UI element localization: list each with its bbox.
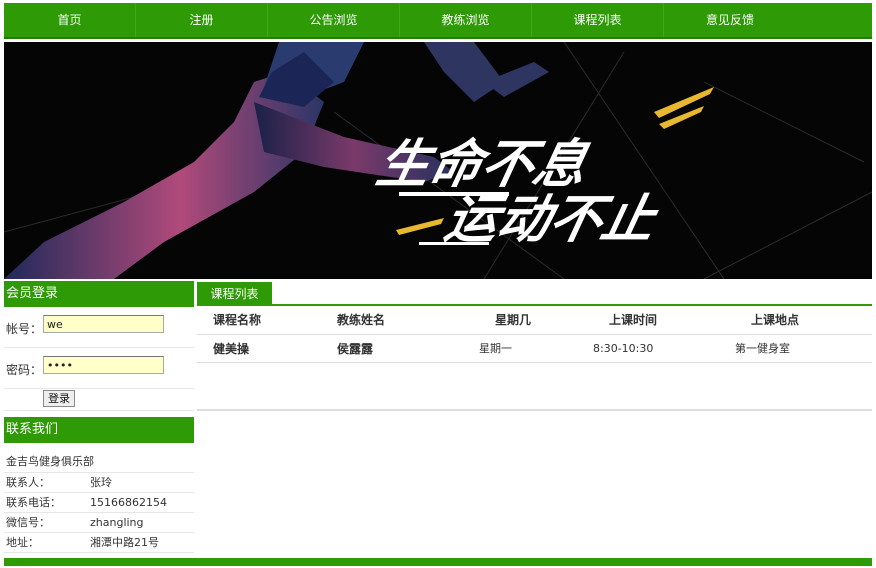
contact-key: 微信号： bbox=[6, 516, 50, 529]
col-header-course-name: 课程名称 bbox=[197, 306, 337, 335]
nav-item-home[interactable]: 首页 bbox=[4, 3, 136, 37]
cell-location: 第一健身室 bbox=[735, 334, 872, 363]
contact-row-address: 地址： 湘潭中路21号 bbox=[4, 533, 194, 553]
col-header-location: 上课地点 bbox=[735, 306, 872, 335]
contact-row-phone: 联系电话： 15166862154 bbox=[4, 493, 194, 513]
table-row[interactable]: 健美操 侯露露 星期一 8:30-10:30 第一健身室 bbox=[197, 334, 872, 363]
login-button[interactable]: 登录 bbox=[43, 390, 75, 407]
contact-value: 湘潭中路21号 bbox=[90, 536, 159, 549]
course-tab-bar: 课程列表 bbox=[197, 281, 872, 306]
left-sidebar: 会员登录 帐号： 密码： 登录 联系我们 金吉鸟健身俱乐部 联系人： 张玲 联系… bbox=[4, 281, 194, 561]
col-header-time: 上课时间 bbox=[593, 306, 735, 335]
cell-course-name: 健美操 bbox=[197, 334, 337, 363]
tab-course-list[interactable]: 课程列表 bbox=[197, 282, 272, 306]
footer-bar bbox=[4, 558, 872, 566]
contact-key: 联系人： bbox=[6, 476, 50, 489]
contact-key: 地址： bbox=[6, 536, 39, 549]
nav-item-announcements[interactable]: 公告浏览 bbox=[268, 3, 400, 37]
contact-row-wechat: 微信号： zhangling bbox=[4, 513, 194, 533]
contact-value: 15166862154 bbox=[90, 496, 167, 509]
hero-banner: 生命不息 运动不止 bbox=[4, 42, 872, 279]
top-nav: 首页 注册 公告浏览 教练浏览 课程列表 意见反馈 bbox=[4, 3, 872, 39]
contact-value: zhangling bbox=[90, 516, 144, 529]
course-section: 课程列表 课程名称 教练姓名 星期几 上课时间 上课地点 健美操 侯露露 星期一… bbox=[197, 281, 872, 411]
banner-slogan-line2: 运动不止 bbox=[440, 190, 664, 250]
cell-weekday: 星期一 bbox=[479, 334, 593, 363]
account-input[interactable] bbox=[43, 315, 164, 333]
course-table: 课程名称 教练姓名 星期几 上课时间 上课地点 健美操 侯露露 星期一 8:30… bbox=[197, 306, 872, 363]
password-input[interactable] bbox=[43, 356, 164, 374]
login-panel-title: 会员登录 bbox=[4, 281, 194, 307]
password-label: 密码： bbox=[6, 363, 43, 377]
nav-item-courses[interactable]: 课程列表 bbox=[532, 3, 664, 37]
contact-row-person: 联系人： 张玲 bbox=[4, 473, 194, 493]
course-table-footer bbox=[197, 363, 872, 411]
contact-panel-title: 联系我们 bbox=[4, 417, 194, 443]
login-button-row: 登录 bbox=[4, 389, 194, 411]
nav-item-coaches[interactable]: 教练浏览 bbox=[400, 3, 532, 37]
account-row: 帐号： bbox=[4, 307, 194, 348]
contact-org: 金吉鸟健身俱乐部 bbox=[4, 443, 194, 473]
cell-time: 8:30-10:30 bbox=[593, 334, 735, 363]
cell-coach-name: 侯露露 bbox=[337, 334, 479, 363]
nav-item-register[interactable]: 注册 bbox=[136, 3, 268, 37]
banner-slogan-line1: 生命不息 bbox=[372, 135, 594, 195]
contact-key: 联系电话： bbox=[6, 496, 61, 509]
banner-artwork: 生命不息 运动不止 bbox=[4, 42, 872, 279]
password-row: 密码： bbox=[4, 348, 194, 389]
nav-item-feedback[interactable]: 意见反馈 bbox=[664, 3, 796, 37]
contact-value: 张玲 bbox=[90, 476, 112, 489]
col-header-coach-name: 教练姓名 bbox=[337, 306, 479, 335]
account-label: 帐号： bbox=[6, 322, 43, 336]
col-header-weekday: 星期几 bbox=[479, 306, 593, 335]
table-header-row: 课程名称 教练姓名 星期几 上课时间 上课地点 bbox=[197, 306, 872, 335]
